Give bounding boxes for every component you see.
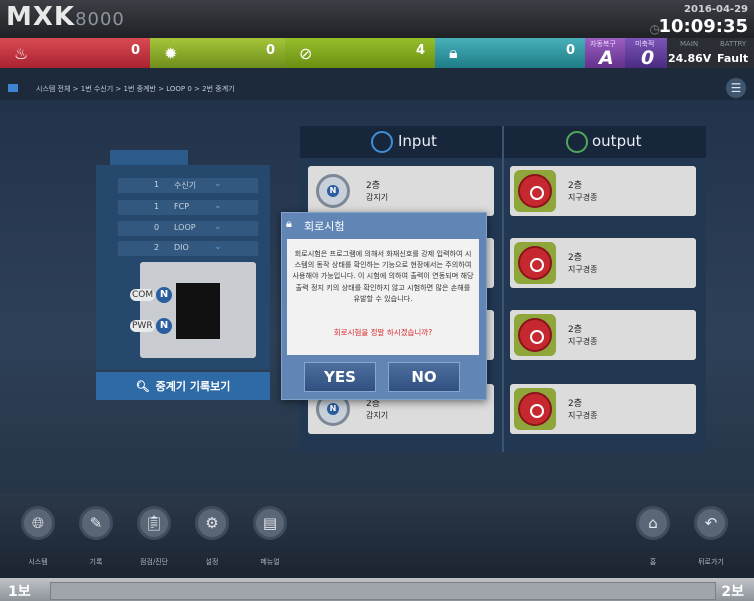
lock-icon: 🔒︎ (286, 217, 292, 230)
trouble-status-segment[interactable]: ✹ 0 (150, 38, 285, 68)
disable-status-segment[interactable]: ⊘ 4 (285, 38, 435, 68)
dialog-question: 회로시험을 정말 하시겠습니까? (333, 328, 433, 337)
disable-count: 4 (415, 43, 425, 58)
output-card[interactable]: 2층 지구경종 (510, 238, 696, 288)
home-button[interactable]: ⌂ (636, 506, 670, 540)
fire-icon: ♨ (14, 43, 29, 63)
lock-icon: 🔒︎ (449, 43, 458, 62)
detector-icon: N (316, 174, 350, 208)
no-button[interactable]: NO (388, 362, 460, 392)
lock-status-segment[interactable]: 🔒︎ 0 (435, 38, 585, 68)
manual-button[interactable]: ▤ (253, 506, 287, 540)
output-card[interactable]: 2층 지구경종 (510, 166, 696, 216)
menu-list-button[interactable]: ☰ (726, 78, 746, 98)
bell-icon (518, 392, 552, 426)
back-button[interactable]: ↶ (694, 506, 728, 540)
device-row-loop[interactable]: 0 LOOP ⌄ (118, 221, 258, 236)
time-display: 10:09:35 (658, 16, 748, 37)
clipboard-icon: 📋︎ (144, 514, 164, 532)
settings-button[interactable]: ⚙ (195, 506, 229, 540)
auto-restore-value: A (599, 47, 614, 69)
output-title: output (592, 132, 642, 150)
pencil-icon: ✎ (89, 514, 103, 532)
settings-label: 설정 (205, 558, 219, 566)
trouble-count: 0 (265, 43, 275, 58)
gear-icon: ⚙ (205, 514, 219, 532)
pwr-port-badge: N (156, 318, 172, 334)
breadcrumb[interactable]: 시스템 전체 > 1번 수신기 > 1번 중계반 > LOOP 0 > 2번 중… (36, 84, 235, 94)
bell-icon (518, 174, 552, 208)
chevron-down-icon: ⌄ (214, 179, 222, 189)
disable-icon: ⊘ (299, 43, 313, 63)
main-power-label: MAIN (680, 40, 699, 48)
back-label: 뒤로가기 (698, 558, 724, 566)
output-card[interactable]: 2층 지구경종 (510, 384, 696, 434)
chevron-down-icon: ⌄ (214, 201, 222, 211)
com-port-label: COM (130, 289, 156, 301)
dialog-message: 회로시험은 프로그램에 의해서 화재신호를 강제 입력하여 시스템의 동작 상태… (292, 249, 474, 303)
floor-scroll-track[interactable] (50, 582, 716, 600)
record-label: 기록 (89, 558, 103, 566)
floor-left-label[interactable]: 1보 (8, 581, 31, 601)
auto-restore-segment[interactable]: 자동복구 A (585, 38, 625, 69)
dialog-title: 회로시험 (304, 220, 345, 233)
input-title: Input (398, 132, 437, 150)
breadcrumb-marker (8, 84, 18, 92)
battery-value: Fault (717, 52, 749, 65)
battery-label: BATTRY (720, 40, 747, 48)
system-label: 시스템 (28, 558, 48, 566)
chevron-down-icon: ⌄ (214, 242, 222, 252)
device-row-dio[interactable]: 2 DIO ⌄ (118, 241, 258, 256)
lock-count: 0 (565, 43, 575, 58)
bell-icon (518, 318, 552, 352)
io-divider (502, 126, 504, 452)
bell-icon (518, 246, 552, 280)
home-label: 홈 (649, 558, 657, 566)
manual-label: 메뉴얼 (260, 558, 280, 566)
unconfirmed-segment[interactable]: 미축적 0 (625, 38, 667, 69)
back-arrow-icon: ↶ (704, 514, 718, 532)
system-button[interactable]: 🌐︎ (21, 506, 55, 540)
main-power-value: 24.86V (668, 52, 712, 65)
trouble-icon: ✹ (164, 43, 178, 63)
brand-logo: MXK8000 (6, 2, 125, 32)
home-icon: ⌂ (648, 514, 658, 532)
relay-history-button[interactable]: 🔍︎ 중계기 기록보기 (96, 372, 270, 400)
list-icon: ☰ (730, 81, 742, 95)
date-display: 2016-04-29 (684, 4, 748, 15)
yes-button[interactable]: YES (304, 362, 376, 392)
com-port-badge: N (156, 287, 172, 303)
globe-icon: 🌐︎ (31, 514, 44, 532)
input-card[interactable]: N 2층감지기 (308, 166, 494, 216)
device-row-receiver[interactable]: 1 수신기 ⌄ (118, 178, 258, 193)
record-button[interactable]: ✎ (79, 506, 113, 540)
check-button[interactable]: 📋︎ (137, 506, 171, 540)
output-card[interactable]: 2층 지구경종 (510, 310, 696, 360)
floor-right-label[interactable]: 2보 (721, 581, 744, 601)
fire-status-segment[interactable]: ♨ 0 (0, 38, 150, 68)
chevron-down-icon: ⌄ (214, 222, 222, 232)
device-row-fcp[interactable]: 1 FCP ⌄ (118, 200, 258, 215)
check-label: 점검/진단 (139, 558, 169, 566)
pwr-port-label: PWR (130, 320, 155, 332)
search-icon: 🔍︎ (135, 379, 150, 393)
fire-count: 0 (130, 43, 140, 58)
unconfirmed-value: 0 (641, 47, 655, 69)
device-panel-tab (110, 150, 188, 166)
device-board-slot (176, 283, 220, 339)
book-icon: ▤ (262, 514, 278, 532)
